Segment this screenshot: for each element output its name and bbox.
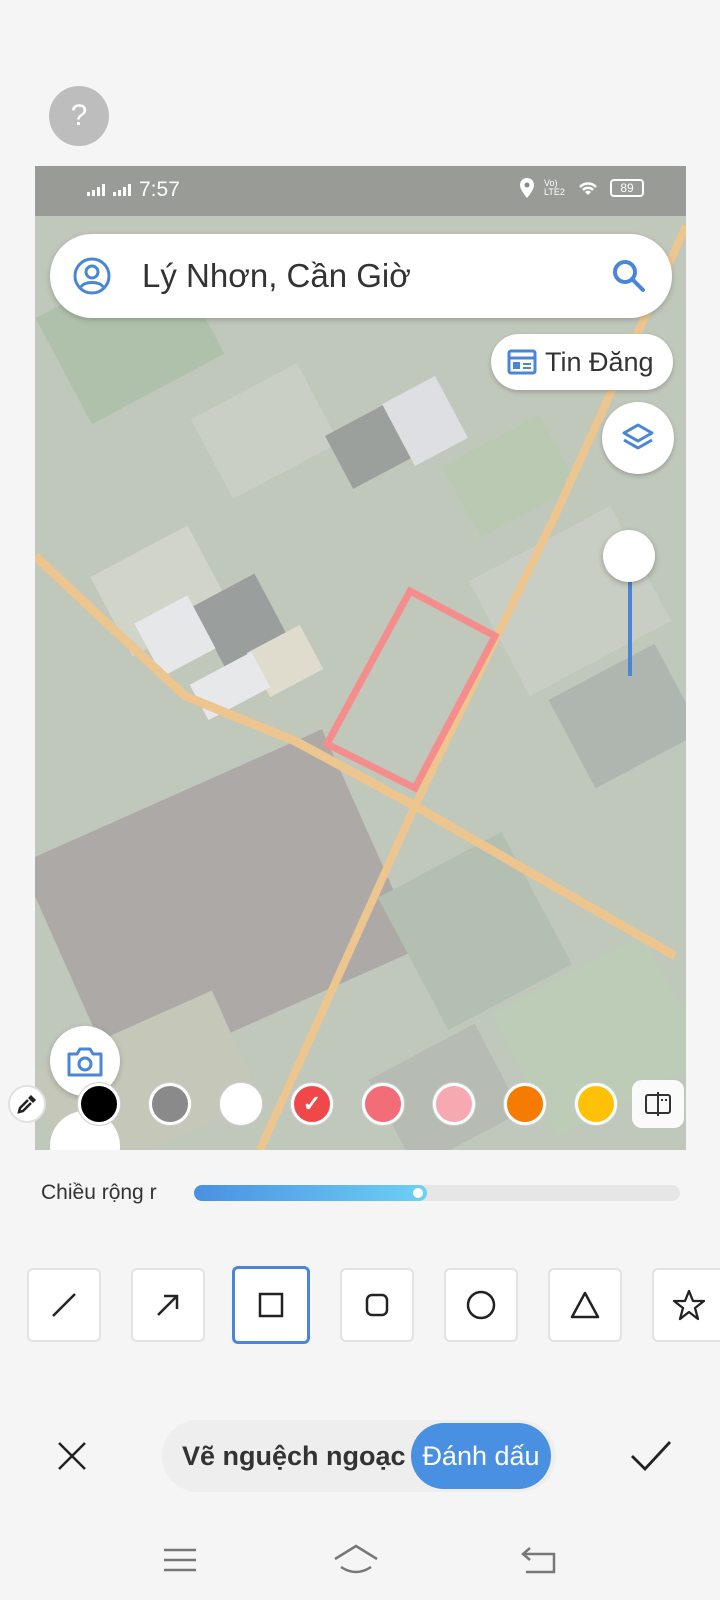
screen: ? 7:57 Vo) LTE2 89 Lý Nhơn, Cần Giờ Tin … xyxy=(0,0,720,1600)
stroke-width-label: Chiều rộng r xyxy=(41,1181,157,1204)
back-icon xyxy=(521,1547,556,1574)
search-icon xyxy=(613,260,645,292)
map-zoom-knob xyxy=(603,530,655,582)
calendar-list-icon xyxy=(507,349,537,375)
home-button[interactable] xyxy=(331,1540,381,1580)
signal-icon xyxy=(113,184,131,196)
battery-icon: 89 xyxy=(610,179,644,197)
edited-screenshot: 7:57 Vo) LTE2 89 Lý Nhơn, Cần Giờ Tin Đă… xyxy=(35,166,686,1150)
map-search-text: Lý Nhơn, Cần Giờ xyxy=(142,257,411,294)
rounded-rectangle-icon xyxy=(365,1293,389,1317)
color-swatch-pink[interactable] xyxy=(433,1083,475,1125)
shape-rectangle-button[interactable] xyxy=(232,1266,310,1344)
back-button[interactable] xyxy=(518,1540,562,1580)
shape-arrow-button[interactable] xyxy=(131,1268,205,1342)
shape-star-button[interactable] xyxy=(652,1268,720,1342)
mode-draw-tab[interactable]: Vẽ nguệch ngoạc xyxy=(182,1420,406,1492)
circle-icon xyxy=(466,1290,496,1320)
color-swatch-white[interactable] xyxy=(220,1083,262,1125)
help-button[interactable]: ? xyxy=(49,86,109,146)
shape-triangle-button[interactable] xyxy=(548,1268,622,1342)
color-swatch-yellow[interactable] xyxy=(575,1083,617,1125)
mode-mark-label: Đánh dấu xyxy=(422,1440,540,1471)
compare-toggle-button[interactable] xyxy=(632,1080,684,1128)
menu-icon xyxy=(164,1548,196,1572)
stroke-width-slider[interactable] xyxy=(194,1185,680,1201)
triangle-icon xyxy=(570,1291,600,1319)
tin-dang-chip: Tin Đăng xyxy=(491,334,673,390)
color-swatch-black[interactable] xyxy=(78,1083,120,1125)
stroke-width-fill xyxy=(194,1185,428,1201)
compare-split-icon xyxy=(645,1092,671,1116)
user-profile-icon xyxy=(73,257,111,295)
arrow-icon xyxy=(157,1294,179,1316)
mode-switch: Vẽ nguệch ngoạc Đánh dấu xyxy=(162,1420,556,1492)
color-swatch-coral[interactable] xyxy=(362,1083,404,1125)
home-icon xyxy=(334,1544,378,1574)
status-time: 7:57 xyxy=(139,178,180,201)
map-layers-button xyxy=(602,402,674,474)
cancel-button[interactable] xyxy=(50,1434,94,1478)
location-pin-icon xyxy=(520,178,534,198)
signal-icon xyxy=(87,184,105,196)
shape-rounded-rectangle-button[interactable] xyxy=(340,1268,414,1342)
help-label: ? xyxy=(70,99,88,132)
shape-line-button[interactable] xyxy=(27,1268,101,1342)
rectangle-icon xyxy=(258,1292,284,1318)
color-swatch-orange[interactable] xyxy=(504,1083,546,1125)
tin-dang-label: Tin Đăng xyxy=(545,346,654,377)
system-navigation-bar xyxy=(0,1530,720,1600)
network-label: Vo) LTE2 xyxy=(544,178,565,197)
check-icon xyxy=(631,1441,672,1472)
map-search-bar: Lý Nhơn, Cần Giờ xyxy=(50,234,672,318)
color-swatch-red[interactable]: ✓ xyxy=(291,1083,333,1125)
close-icon xyxy=(58,1442,86,1470)
eyedropper-icon xyxy=(17,1095,36,1114)
confirm-button[interactable] xyxy=(628,1432,674,1478)
line-icon xyxy=(52,1293,76,1317)
shape-circle-button[interactable] xyxy=(444,1268,518,1342)
battery-level: 89 xyxy=(620,181,634,195)
layers-icon xyxy=(622,423,654,450)
wifi-icon xyxy=(579,182,597,195)
color-swatch-gray[interactable] xyxy=(149,1083,191,1125)
phone-status-bar: 7:57 Vo) LTE2 89 xyxy=(35,166,686,216)
camera-capture-icon xyxy=(67,1047,103,1077)
editor-action-bar: Vẽ nguệch ngoạc Đánh dấu xyxy=(0,1420,720,1494)
eyedropper-button[interactable] xyxy=(8,1085,46,1123)
color-palette: ✓ xyxy=(0,1080,720,1128)
check-icon: ✓ xyxy=(302,1091,322,1116)
star-icon xyxy=(672,1289,706,1321)
shape-toolbar xyxy=(0,1266,720,1344)
mode-mark-tab[interactable]: Đánh dấu xyxy=(411,1423,551,1489)
recent-apps-button[interactable] xyxy=(158,1540,202,1580)
